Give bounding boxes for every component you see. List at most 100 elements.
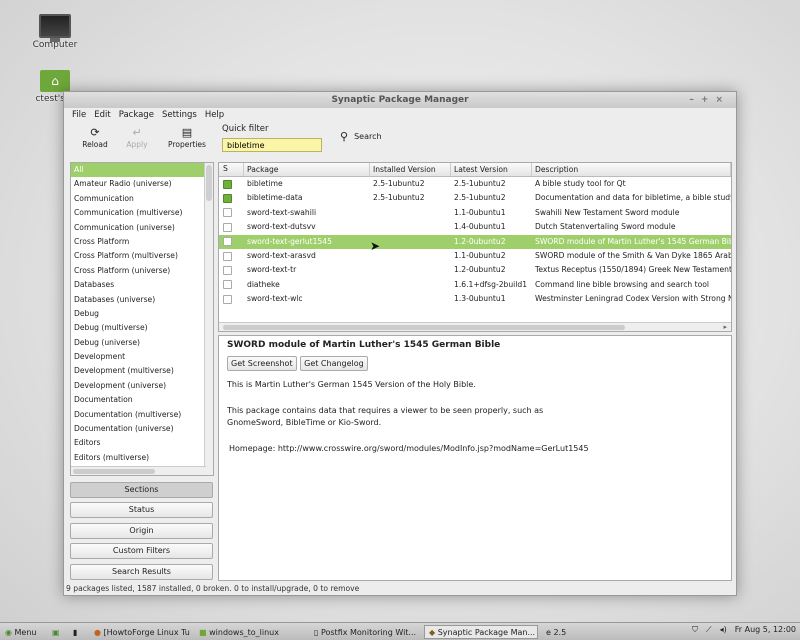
section-item[interactable]: Cross Platform (multiverse) xyxy=(71,249,213,263)
minimize-icon[interactable]: – xyxy=(689,95,701,105)
installed-checkbox[interactable] xyxy=(223,179,232,189)
section-item[interactable]: Debug xyxy=(71,307,213,321)
section-item[interactable]: Databases (universe) xyxy=(71,293,213,307)
task-label: windows_to_linux xyxy=(209,627,279,637)
close-icon[interactable]: × xyxy=(715,95,730,105)
quick-filter-input[interactable] xyxy=(222,138,322,152)
package-row[interactable]: sword-text-wlc 1.3-0ubuntu1 Westminster … xyxy=(219,292,731,306)
desktop-icon-computer[interactable]: Computer xyxy=(25,14,85,50)
get-changelog-button[interactable]: Get Changelog xyxy=(300,356,368,371)
maximize-icon[interactable]: + xyxy=(701,95,716,105)
section-item[interactable]: Development (multiverse) xyxy=(71,364,213,378)
column-package-header[interactable]: Package xyxy=(244,163,370,176)
shield-icon[interactable]: ⛉ xyxy=(692,625,698,635)
network-icon[interactable]: ⟋ xyxy=(706,625,712,635)
column-status-header[interactable]: S xyxy=(219,163,244,176)
package-row[interactable]: diatheke 1.6.1+dfsg-2build1 Command line… xyxy=(219,278,731,292)
section-item[interactable]: Development xyxy=(71,350,213,364)
task-synaptic[interactable]: ◆ Synaptic Package Man... xyxy=(424,624,538,639)
section-item[interactable]: Development (universe) xyxy=(71,379,213,393)
latest-version: 1.3-0ubuntu1 xyxy=(454,294,506,304)
menu-file[interactable]: File xyxy=(72,110,86,120)
status-bar: 9 packages listed, 1587 installed, 0 bro… xyxy=(66,584,360,593)
section-item[interactable]: Cross Platform (universe) xyxy=(71,264,213,278)
installed-version xyxy=(370,263,451,277)
section-item[interactable]: Editors xyxy=(71,436,213,450)
scroll-right-icon[interactable]: ▸ xyxy=(723,323,727,331)
taskbar: ◉ Menu ▣ ▮ ● [HowtoForge Linux Tu... ■ w… xyxy=(0,622,800,640)
installed-version: 2.5-1ubuntu2 xyxy=(373,193,425,203)
installed-version xyxy=(370,206,451,220)
section-item[interactable]: Communication (universe) xyxy=(71,221,213,235)
package-checkbox[interactable] xyxy=(223,237,232,247)
column-installed-header[interactable]: Installed Version xyxy=(370,163,451,176)
package-checkbox[interactable] xyxy=(223,208,232,218)
column-description-header[interactable]: Description xyxy=(532,163,731,176)
package-row[interactable]: bibletime-data 2.5-1ubuntu2 2.5-1ubuntu2… xyxy=(219,191,731,205)
detail-homepage[interactable]: Homepage: http://www.crosswire.org/sword… xyxy=(227,443,723,455)
package-checkbox[interactable] xyxy=(223,294,232,304)
menu-package[interactable]: Package xyxy=(119,110,154,120)
installed-version xyxy=(370,235,451,249)
section-item[interactable]: Editors (multiverse) xyxy=(71,451,213,465)
search-button[interactable]: ⚲ Search xyxy=(340,130,382,143)
window-titlebar[interactable]: Synaptic Package Manager –+× xyxy=(64,92,736,108)
desktop-icon: ▣ xyxy=(52,627,60,637)
section-item[interactable]: Debug (universe) xyxy=(71,336,213,350)
apply-button[interactable]: ↵ Apply xyxy=(115,126,159,149)
task-howtoforge[interactable]: ● [HowtoForge Linux Tu... xyxy=(89,625,191,639)
package-row-selected[interactable]: sword-text-gerlut1545 1.2-0ubuntu2 SWORD… xyxy=(219,234,731,249)
get-screenshot-button[interactable]: Get Screenshot xyxy=(227,356,297,371)
origin-filter-button[interactable]: Origin xyxy=(70,523,213,539)
package-row[interactable]: sword-text-dutsvv 1.4-0ubuntu1 Dutch Sta… xyxy=(219,220,731,234)
column-latest-header[interactable]: Latest Version xyxy=(451,163,532,176)
package-checkbox[interactable] xyxy=(223,251,232,261)
mint-logo-icon: ◉ xyxy=(5,627,12,637)
section-item[interactable]: Debug (multiverse) xyxy=(71,321,213,335)
section-item[interactable]: Documentation (universe) xyxy=(71,422,213,436)
package-row[interactable]: sword-text-arasvd 1.1-0ubuntu2 SWORD mod… xyxy=(219,249,731,263)
section-item[interactable]: Documentation (multiverse) xyxy=(71,408,213,422)
package-name: bibletime-data xyxy=(247,193,303,203)
show-desktop-button[interactable]: ▣ xyxy=(47,625,65,639)
start-menu-button[interactable]: ◉ Menu xyxy=(0,625,44,639)
terminal-icon: ▮ xyxy=(73,627,78,637)
status-filter-button[interactable]: Status xyxy=(70,502,213,518)
sections-filter-button[interactable]: Sections xyxy=(70,482,213,498)
reload-button[interactable]: ⟳ Reload xyxy=(73,126,117,149)
section-item[interactable]: Databases xyxy=(71,278,213,292)
task-extra[interactable]: e 2.5 xyxy=(541,625,581,639)
latest-version: 1.1-0ubuntu2 xyxy=(454,250,506,260)
package-checkbox[interactable] xyxy=(223,222,232,232)
package-list-horizontal-scrollbar[interactable]: ▸ xyxy=(219,322,731,331)
section-item[interactable]: Amateur Radio (universe) xyxy=(71,177,213,191)
installed-checkbox[interactable] xyxy=(223,194,232,204)
sections-horizontal-scrollbar[interactable] xyxy=(71,466,206,475)
package-row[interactable]: sword-text-swahili 1.1-0ubuntu1 Swahili … xyxy=(219,206,731,220)
menu-settings[interactable]: Settings xyxy=(162,110,197,120)
package-checkbox[interactable] xyxy=(223,280,232,290)
menu-help[interactable]: Help xyxy=(205,110,224,120)
task-postfix-monitoring[interactable]: ▯ Postfix Monitoring Wit... xyxy=(309,625,421,639)
custom-filters-button[interactable]: Custom Filters xyxy=(70,543,213,559)
package-row[interactable]: bibletime 2.5-1ubuntu2 2.5-1ubuntu2 A bi… xyxy=(219,177,731,191)
section-item[interactable]: Cross Platform xyxy=(71,235,213,249)
section-item[interactable]: Communication xyxy=(71,192,213,206)
section-item[interactable]: All xyxy=(71,163,213,178)
terminal-launcher[interactable]: ▮ xyxy=(68,625,86,639)
package-row[interactable]: sword-text-tr 1.2-0ubuntu2 Textus Recept… xyxy=(219,263,731,277)
task-label: e 2.5 xyxy=(546,627,567,637)
system-tray: ⛉ ⟋ ◂) Fr Aug 5, 12:00 xyxy=(692,625,796,635)
sections-vertical-scrollbar[interactable] xyxy=(204,163,213,475)
menubar: File Edit Package Settings Help xyxy=(64,108,736,122)
search-results-button[interactable]: Search Results xyxy=(70,564,213,580)
task-windows-to-linux[interactable]: ■ windows_to_linux xyxy=(194,625,306,639)
volume-icon[interactable]: ◂) xyxy=(720,625,727,635)
properties-button[interactable]: ▤ Properties xyxy=(165,126,209,149)
section-item[interactable]: Communication (multiverse) xyxy=(71,206,213,220)
menu-edit[interactable]: Edit xyxy=(94,110,110,120)
section-item[interactable]: Documentation xyxy=(71,393,213,407)
search-label: Search xyxy=(354,132,382,141)
clock[interactable]: Fr Aug 5, 12:00 xyxy=(735,625,796,635)
package-checkbox[interactable] xyxy=(223,266,232,276)
